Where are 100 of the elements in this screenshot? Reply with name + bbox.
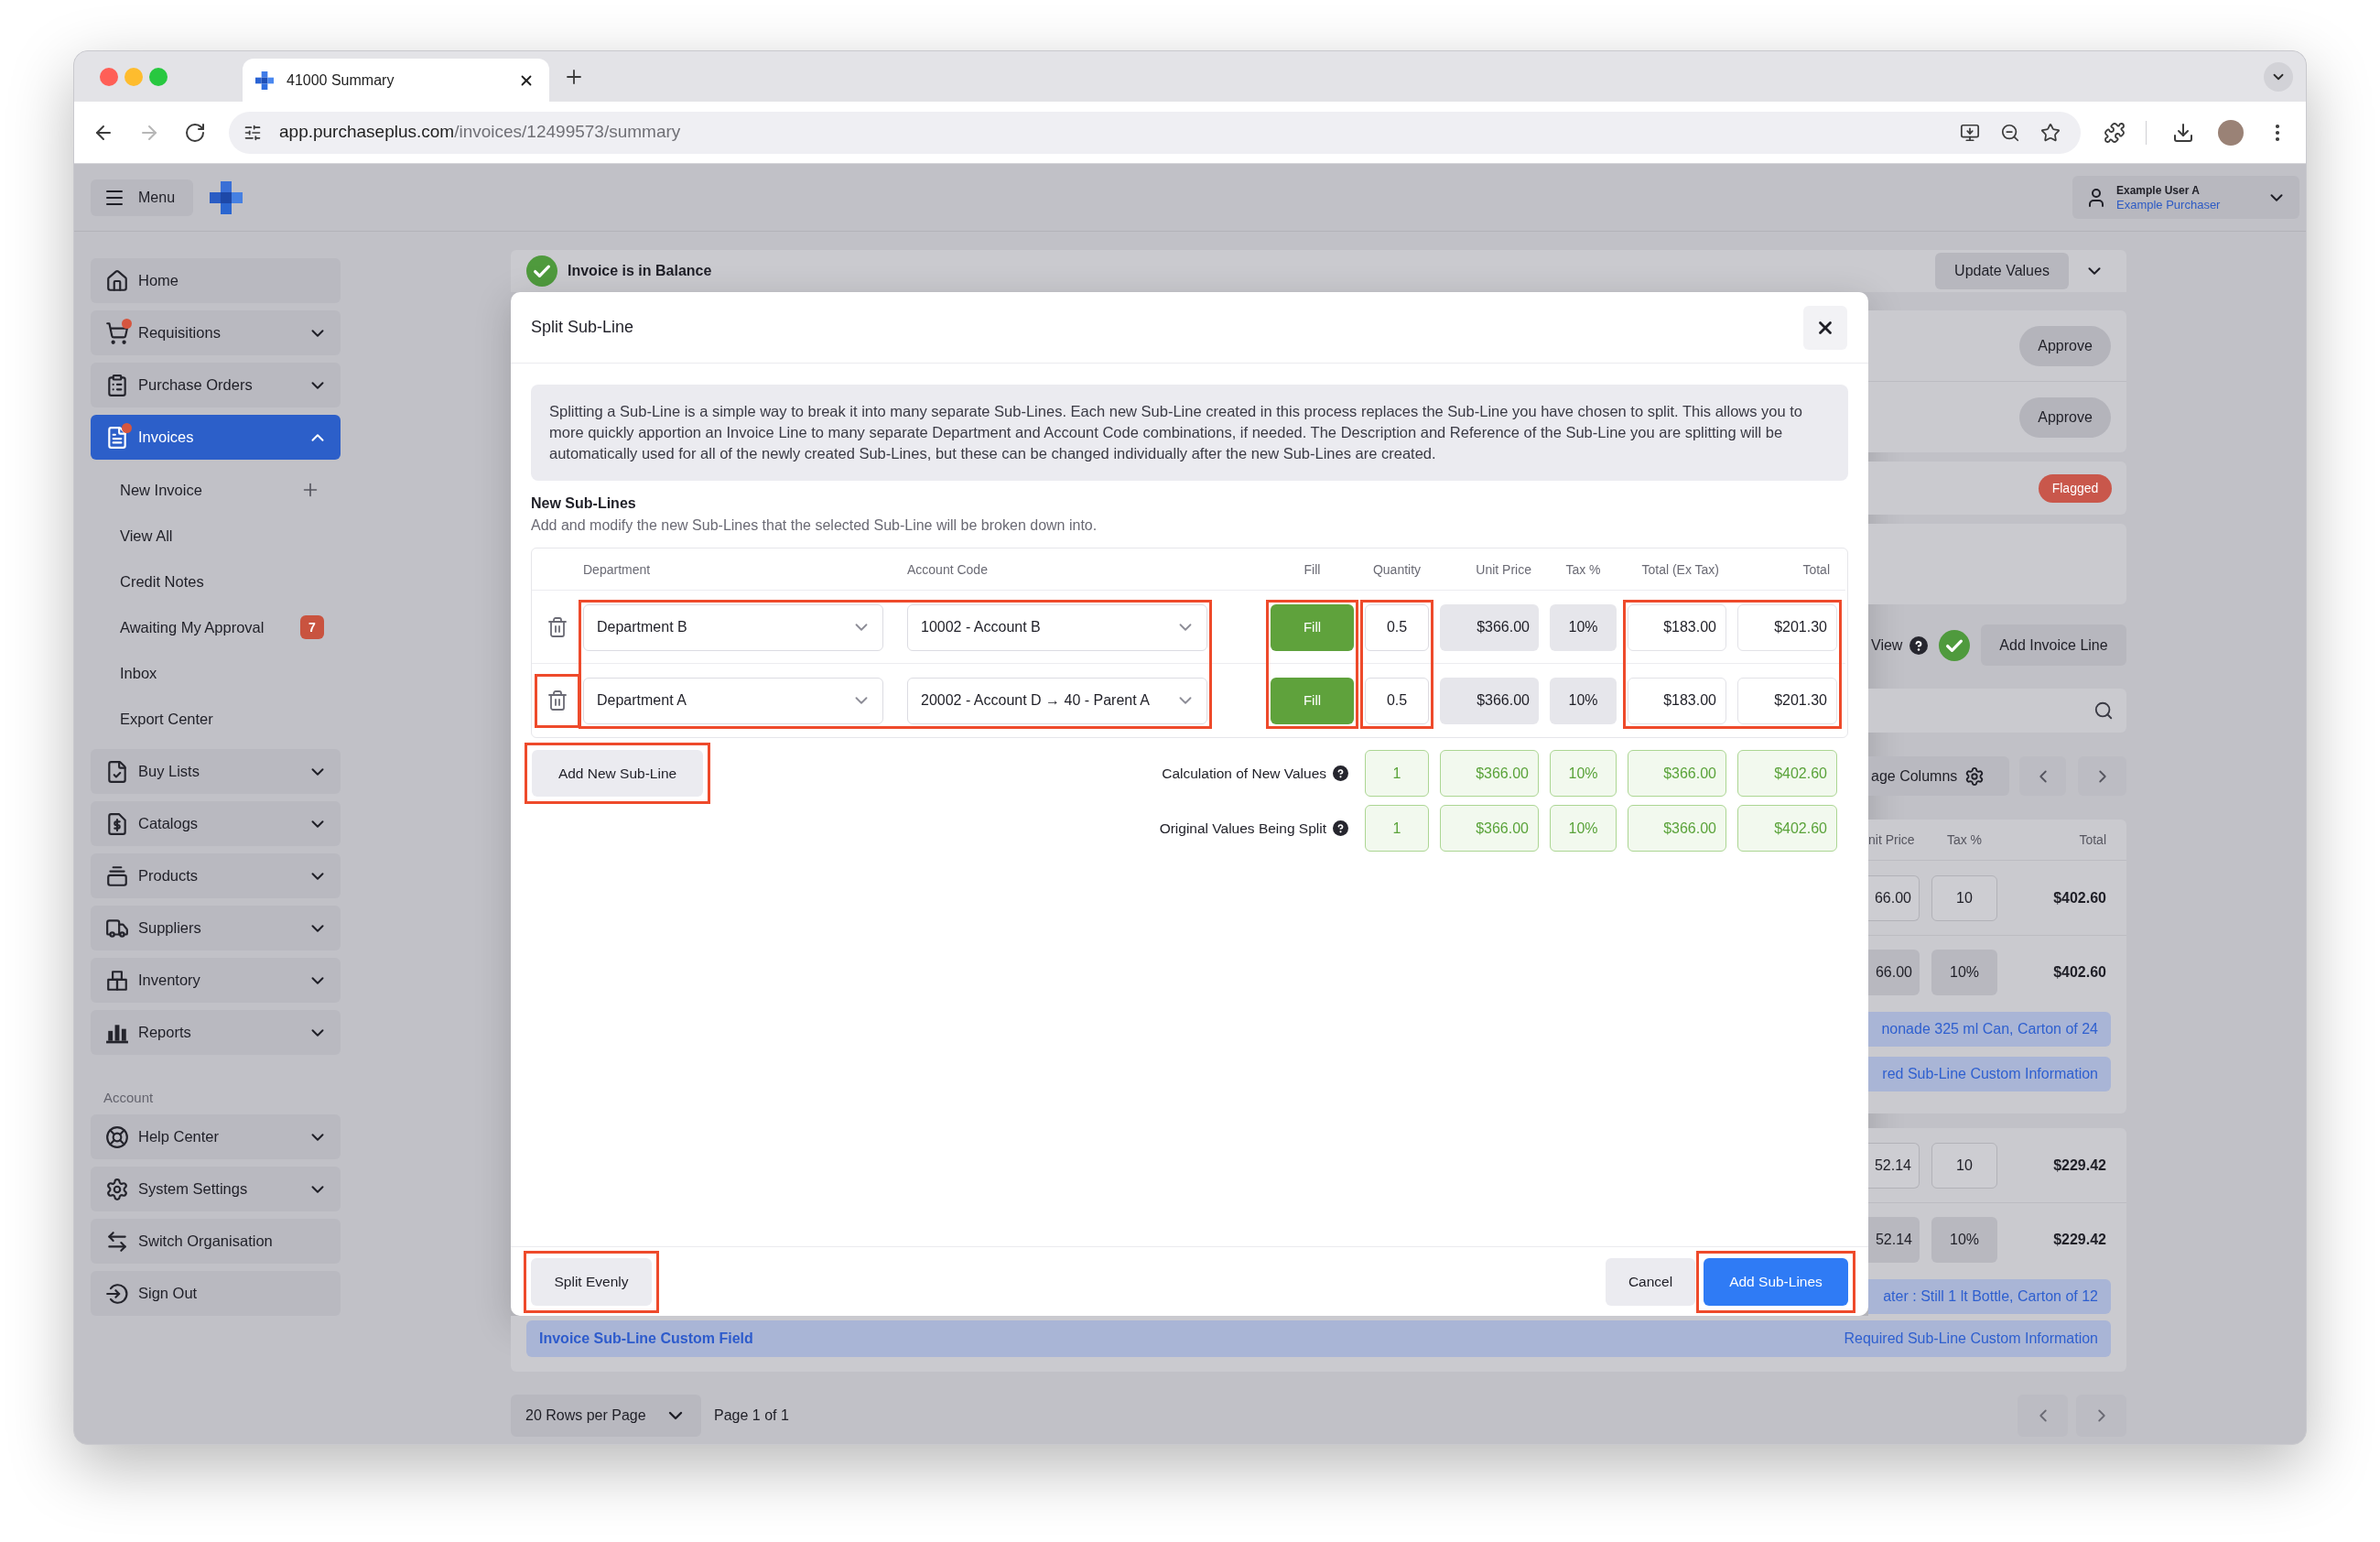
sidebar-link[interactable]: New Invoice <box>120 478 202 502</box>
quantity-input[interactable]: 0.5 <box>1365 677 1429 724</box>
sidebar-item[interactable]: Invoices <box>91 415 341 460</box>
section-title: New Sub-Lines <box>531 494 636 513</box>
trash-icon[interactable] <box>546 689 568 712</box>
unit-price-field: 52.14 <box>1868 1217 1920 1263</box>
quantity-input[interactable]: 0.5 <box>1365 603 1429 651</box>
department-select[interactable]: Department A <box>583 677 883 724</box>
puzzle-icon[interactable] <box>2104 121 2126 144</box>
tax-field: 10% <box>1931 950 1997 995</box>
search-field[interactable] <box>1868 689 2126 733</box>
summary-label: Calculation of New Values <box>1162 764 1326 783</box>
sidebar-item[interactable]: Requisitions <box>91 310 341 355</box>
unit-price-field: $366.00 <box>1440 750 1539 797</box>
monitor-download-icon[interactable] <box>1960 122 1980 143</box>
trash-icon[interactable] <box>546 615 568 639</box>
balance-status: Invoice is in Balance <box>568 262 712 280</box>
home-icon <box>105 268 129 293</box>
close-button[interactable] <box>1803 305 1847 350</box>
download-icon[interactable] <box>2172 121 2194 144</box>
sidebar-item[interactable]: Home <box>91 258 341 303</box>
settings-icon <box>105 1177 129 1201</box>
approve-button[interactable]: Approve <box>2019 325 2111 366</box>
browser-tab[interactable]: 41000 Summary <box>243 59 549 102</box>
status-badge: Flagged <box>2039 473 2112 503</box>
sidebar-item[interactable]: Buy Lists <box>91 749 341 794</box>
sidebar-item[interactable]: Purchase Orders <box>91 363 341 407</box>
account-code-select[interactable]: 10002 - Account B <box>907 603 1207 651</box>
sidebar-item[interactable]: System Settings <box>91 1167 341 1211</box>
quantity-field: 1 <box>1365 750 1429 797</box>
check-circle-icon <box>526 255 557 287</box>
approve-button[interactable]: Approve <box>2019 396 2111 438</box>
sidebar-link[interactable]: Credit Notes <box>120 570 204 593</box>
split-evenly-button[interactable]: Split Evenly <box>531 1257 652 1306</box>
total-ex-tax-field[interactable]: $183.00 <box>1628 603 1726 651</box>
tax-field[interactable]: 10 <box>1931 1142 1997 1189</box>
clipboard-icon <box>105 373 129 397</box>
user-menu-button[interactable]: Example User A Example Purchaser <box>2072 176 2299 219</box>
note-bar: red Sub-Line Custom Information <box>1868 1057 2111 1091</box>
line-total: $402.60 <box>2053 888 2106 907</box>
sidebar-item[interactable]: Switch Organisation <box>91 1219 341 1264</box>
section-subtitle: Add and modify the new Sub-Lines that the selected Sub-Line will be broken down into. <box>531 516 1098 535</box>
column-header: Tax % <box>1565 560 1601 579</box>
tax-field: 10% <box>1550 805 1617 852</box>
sidebar-item[interactable]: Help Center <box>91 1114 341 1159</box>
custom-field-label: Invoice Sub-Line Custom Field <box>539 1330 753 1348</box>
sidebar-item[interactable]: Suppliers <box>91 906 341 950</box>
document-icon <box>105 425 129 450</box>
checked-document-icon <box>105 759 129 784</box>
column-header: Unit Price <box>1476 560 1531 579</box>
help-icon[interactable] <box>1333 820 1348 836</box>
avatar-icon[interactable] <box>2218 119 2244 146</box>
total-ex-tax-field: $366.00 <box>1628 805 1726 852</box>
star-icon[interactable] <box>2040 122 2061 143</box>
sidebar-item[interactable]: Inventory <box>91 958 341 1003</box>
tab-list-button[interactable] <box>2264 61 2293 92</box>
line-total: $402.60 <box>2053 963 2106 982</box>
dialog-title: Split Sub-Line <box>531 317 634 338</box>
sidebar-item[interactable]: Reports <box>91 1010 341 1055</box>
unit-price-field: $366.00 <box>1440 805 1539 852</box>
total-field[interactable]: $201.30 <box>1737 677 1837 724</box>
tax-field: 10% <box>1550 603 1617 651</box>
sidebar-item[interactable]: Catalogs <box>91 801 341 846</box>
help-icon[interactable] <box>1909 635 1929 655</box>
sliders-icon[interactable] <box>243 123 262 142</box>
sidebar-link[interactable]: View All <box>120 524 173 548</box>
lifebuoy-icon <box>105 1124 129 1149</box>
add-sub-lines-button[interactable]: Add Sub-Lines <box>1704 1257 1848 1306</box>
rows-per-page-dropdown[interactable]: 20 Rows per Page <box>511 1395 701 1437</box>
check-circle-icon[interactable] <box>1939 629 1971 661</box>
total-ex-tax-field[interactable]: $183.00 <box>1628 677 1726 724</box>
department-select[interactable]: Department B <box>583 603 883 651</box>
sidebar-link[interactable]: Inbox <box>120 661 157 685</box>
cart-icon <box>105 320 129 345</box>
total-field[interactable]: $201.30 <box>1737 603 1837 651</box>
sidebar-link[interactable]: Export Center <box>120 707 213 731</box>
sidebar-item[interactable]: Products <box>91 853 341 898</box>
zoom-out-icon[interactable] <box>2000 122 2020 143</box>
reload-icon[interactable] <box>184 121 206 144</box>
cancel-button[interactable]: Cancel <box>1606 1257 1695 1306</box>
sidebar-item[interactable]: Sign Out <box>91 1271 341 1316</box>
address-bar[interactable]: app.purchaseplus.com/invoices/12499573/summary <box>229 111 2081 154</box>
columns-button[interactable]: age Columns <box>1868 756 2009 796</box>
page-indicator: Page 1 of 1 <box>714 1406 789 1425</box>
sidebar-link[interactable]: Awaiting My Approval <box>120 615 265 639</box>
logo-icon <box>255 71 274 90</box>
add-new-sub-line-button[interactable]: Add New Sub-Line <box>532 750 703 797</box>
menu-button[interactable]: Menu <box>91 179 193 216</box>
count-badge: 7 <box>300 615 324 639</box>
help-icon[interactable] <box>1333 766 1348 781</box>
add-invoice-line-button[interactable]: Add Invoice Line <box>1981 624 2126 666</box>
stacked-tray-icon <box>105 863 129 888</box>
account-code-select[interactable]: 20002 - Account D → 40 - Parent A <box>907 677 1207 724</box>
unit-price-field: $366.00 <box>1440 677 1539 724</box>
view-label: View <box>1871 635 1903 655</box>
tax-field[interactable]: 10 <box>1931 874 1997 921</box>
update-values-button[interactable]: Update Values <box>1935 253 2069 289</box>
column-header: Account Code <box>907 560 988 579</box>
custom-field-value: Required Sub-Line Custom Information <box>1844 1330 2098 1348</box>
column-header: nit Price <box>1868 831 1915 849</box>
